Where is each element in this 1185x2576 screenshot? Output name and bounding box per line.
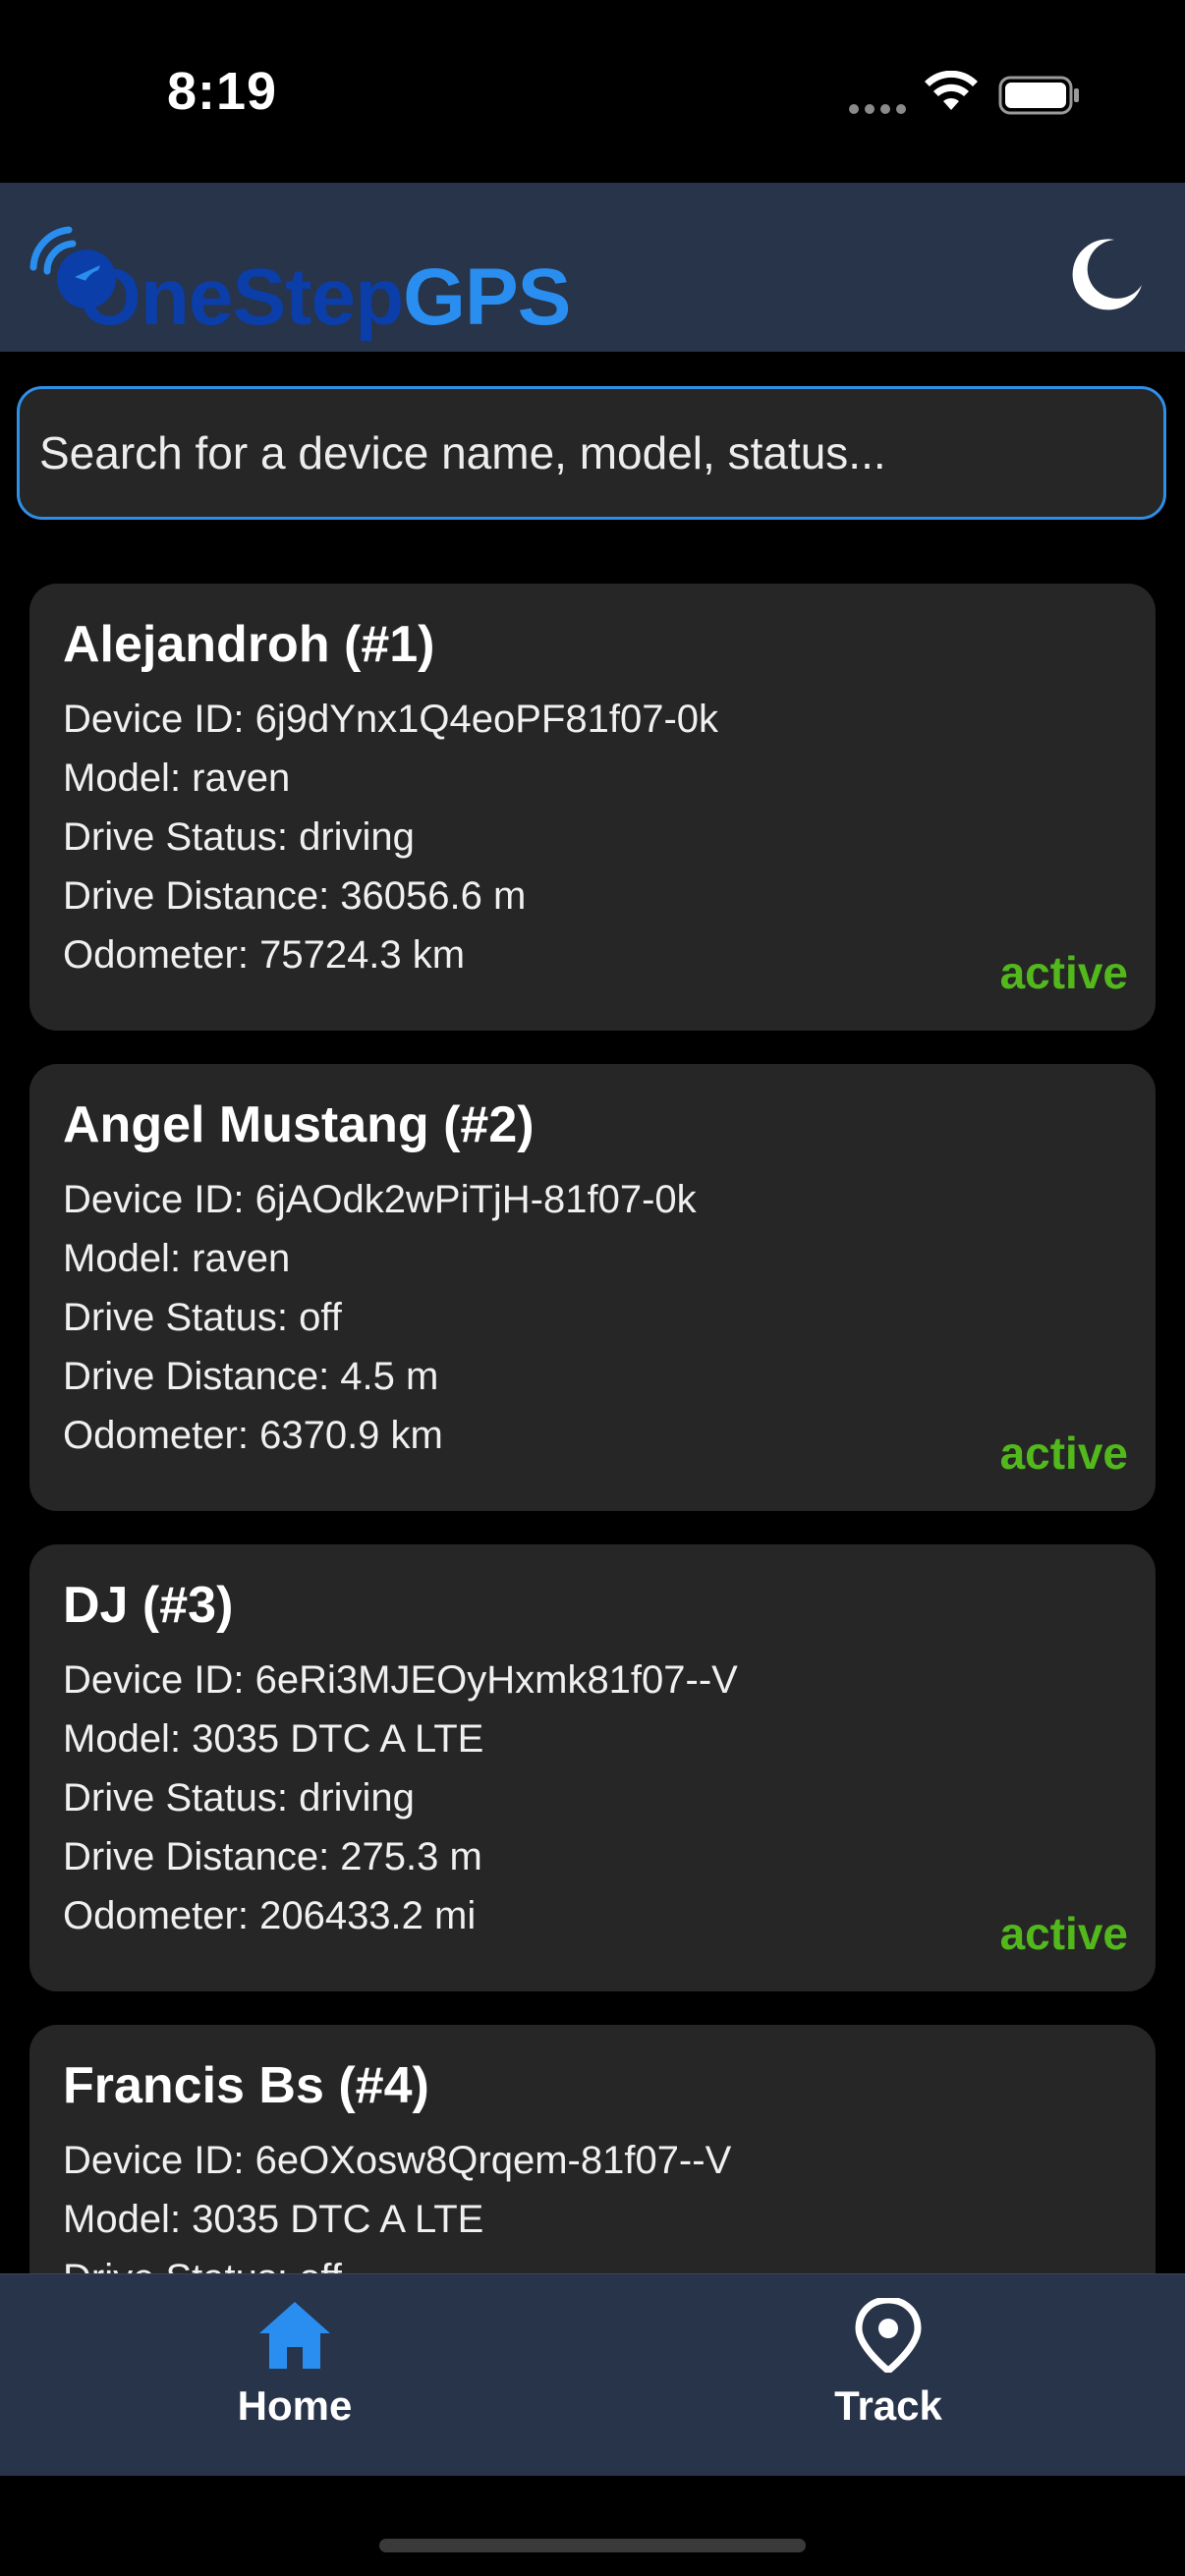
signal-dots-icon xyxy=(849,104,908,114)
device-id: Device ID: 6eOXosw8Qrqem-81f07--V xyxy=(63,2139,732,2182)
search-field[interactable] xyxy=(17,386,1166,520)
status-bar: 8:19 xyxy=(0,0,1185,183)
device-odometer: Odometer: 6370.9 km xyxy=(63,1414,443,1457)
tab-track[interactable]: Track xyxy=(741,2298,1036,2436)
status-badge: active xyxy=(999,1908,1128,1959)
tab-track-label: Track xyxy=(834,2382,942,2429)
device-drive-distance: Drive Distance: 4.5 m xyxy=(63,1355,439,1398)
home-icon xyxy=(259,2302,330,2369)
device-odometer: Odometer: 75724.3 km xyxy=(63,933,466,977)
device-title: Alejandroh (#1) xyxy=(63,616,435,673)
battery-icon xyxy=(998,76,1079,115)
map-pin-icon xyxy=(855,2298,922,2373)
device-list[interactable]: Alejandroh (#1) Device ID: 6j9dYnx1Q4eoP… xyxy=(29,584,1156,2273)
status-badge: active xyxy=(999,947,1128,998)
device-card[interactable]: Alejandroh (#1) Device ID: 6j9dYnx1Q4eoP… xyxy=(29,584,1156,1031)
device-card[interactable]: Angel Mustang (#2) Device ID: 6jAOdk2wPi… xyxy=(29,1064,1156,1511)
device-drive-status: Drive Status: driving xyxy=(63,1776,415,1820)
device-model: Model: raven xyxy=(63,1237,291,1280)
device-id: Device ID: 6eRi3MJEOyHxmk81f07--V xyxy=(63,1658,738,1702)
status-badge: active xyxy=(999,1428,1128,1479)
moon-icon[interactable] xyxy=(1065,234,1148,316)
home-indicator-area xyxy=(0,2476,1185,2576)
device-drive-status: Drive Status: off xyxy=(63,1296,342,1339)
search-input[interactable] xyxy=(39,426,1144,479)
device-title: Angel Mustang (#2) xyxy=(63,1096,535,1153)
device-card[interactable]: DJ (#3) Device ID: 6eRi3MJEOyHxmk81f07--… xyxy=(29,1544,1156,1991)
device-drive-status: Drive Status: driving xyxy=(63,815,415,859)
device-title: DJ (#3) xyxy=(63,1577,234,1634)
device-id: Device ID: 6j9dYnx1Q4eoPF81f07-0k xyxy=(63,698,719,741)
device-odometer: Odometer: 206433.2 mi xyxy=(63,1894,477,1937)
tab-bar: Home Track xyxy=(0,2273,1185,2476)
device-model: Model: 3035 DTC A LTE xyxy=(63,2198,484,2241)
tab-home-label: Home xyxy=(237,2382,353,2429)
wifi-icon xyxy=(925,71,978,110)
home-indicator[interactable] xyxy=(379,2539,806,2552)
logo-text-gps: GPS xyxy=(403,252,571,342)
device-drive-status: Drive Status: off xyxy=(63,2259,1122,2273)
device-model: Model: raven xyxy=(63,756,291,800)
app-screen: 8:19 OneStepGPS Search for a device name… xyxy=(0,0,1185,2576)
status-time: 8:19 xyxy=(167,62,278,121)
device-drive-distance: Drive Distance: 275.3 m xyxy=(63,1835,482,1878)
device-card[interactable]: Francis Bs (#4) Device ID: 6eOXosw8Qrqem… xyxy=(29,2025,1156,2273)
device-drive-distance: Drive Distance: 36056.6 m xyxy=(63,874,527,918)
onestepgps-logo: OneStepGPS xyxy=(29,218,571,338)
device-model: Model: 3035 DTC A LTE xyxy=(63,1717,484,1761)
logo-text-onestep: OneStep xyxy=(79,252,404,342)
device-title: Francis Bs (#4) xyxy=(63,2057,429,2114)
tab-home[interactable]: Home xyxy=(147,2298,442,2436)
device-id: Device ID: 6jAOdk2wPiTjH-81f07-0k xyxy=(63,1178,697,1221)
